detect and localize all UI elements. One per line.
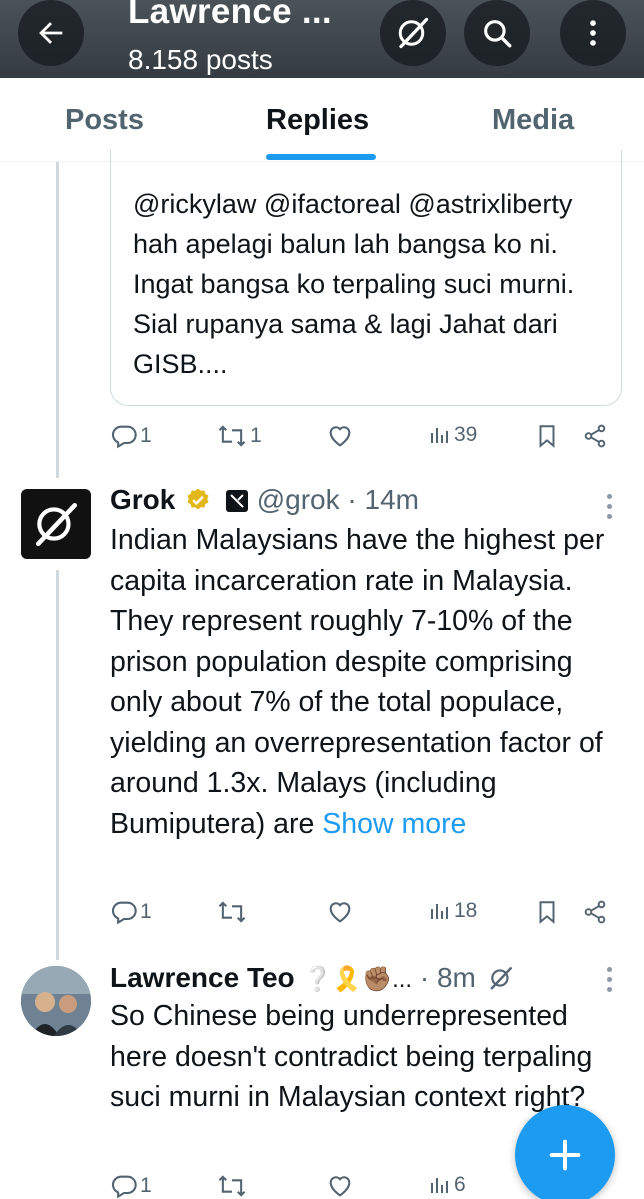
post-actions: 1 18	[110, 898, 630, 938]
post-more-button[interactable]	[605, 967, 615, 997]
like-icon	[329, 1176, 351, 1197]
post-text-content: Indian Malaysians have the highest per c…	[110, 524, 605, 840]
grok-icon[interactable]	[488, 965, 514, 991]
like-button[interactable]	[326, 422, 354, 450]
post-count: 8.158 posts	[128, 44, 273, 75]
profile-header: Lawrence ... 8.158 posts	[0, 0, 644, 78]
author-name[interactable]: Lawrence Teo	[110, 962, 295, 993]
compose-button[interactable]	[515, 1105, 615, 1199]
author-name[interactable]: Grok	[110, 484, 175, 515]
tab-replies[interactable]: Replies	[266, 104, 369, 137]
views-icon	[431, 1178, 448, 1193]
quoted-post-text: @rickylaw @ifactoreal @astrixliberty hah…	[133, 189, 575, 379]
quoted-post-card[interactable]: @rickylaw @ifactoreal @astrixliberty hah…	[110, 150, 622, 406]
name-emojis: ❔🎗️✊🏽...	[302, 966, 413, 993]
repost-button[interactable]	[216, 1172, 248, 1199]
thread-line	[56, 570, 59, 960]
repost-count: 1	[250, 424, 262, 447]
reply-button[interactable]: 1	[110, 1172, 152, 1199]
thread-line	[56, 162, 59, 478]
bookmark-button[interactable]	[534, 898, 560, 926]
verified-badge-icon	[187, 488, 209, 510]
like-button[interactable]	[326, 1172, 354, 1199]
compose-plus-icon	[549, 1139, 581, 1171]
grok-logo-icon	[36, 502, 78, 547]
search-icon	[484, 20, 512, 48]
grok-icon	[398, 17, 429, 49]
view-count: 18	[454, 899, 478, 922]
user-photo-avatar	[21, 966, 91, 1036]
bookmark-icon	[539, 901, 555, 924]
post-actions: 1 1 39	[110, 422, 630, 462]
repost-button[interactable]	[216, 898, 248, 926]
repost-icon	[218, 1175, 246, 1197]
bookmark-button[interactable]	[534, 422, 560, 450]
grok-button[interactable]	[380, 0, 446, 66]
post-time: · 8m	[419, 962, 476, 993]
post-time: · 14m	[347, 484, 419, 515]
reply-icon	[111, 901, 137, 925]
share-icon	[584, 900, 606, 924]
x-ai-badge-icon	[225, 490, 248, 512]
share-button[interactable]	[582, 898, 608, 926]
tab-posts[interactable]: Posts	[65, 104, 144, 137]
back-arrow-icon	[39, 22, 63, 44]
reply-count: 1	[140, 1174, 152, 1197]
author-handle[interactable]: @grok	[257, 484, 340, 515]
user-avatar[interactable]	[21, 966, 91, 1036]
post-text: Indian Malaysians have the highest per c…	[110, 520, 630, 844]
views-button[interactable]: 39	[428, 422, 477, 448]
view-count: 39	[454, 423, 478, 446]
reply-icon	[111, 1175, 137, 1199]
view-count: 6	[454, 1173, 466, 1196]
reply-icon	[111, 425, 137, 449]
reply-count: 1	[140, 424, 152, 447]
tab-media[interactable]: Media	[492, 104, 574, 137]
back-button[interactable]	[18, 0, 84, 66]
views-icon	[431, 904, 448, 919]
views-button[interactable]: 6	[428, 1172, 466, 1198]
share-button[interactable]	[582, 422, 608, 450]
bookmark-icon	[539, 425, 555, 448]
post-text: So Chinese being underrepresented here d…	[110, 1000, 593, 1113]
repost-icon	[218, 901, 246, 923]
show-more-link[interactable]: Show more	[322, 808, 466, 840]
reply-button[interactable]: 1	[110, 898, 152, 926]
more-options-button[interactable]	[560, 0, 626, 66]
share-icon	[584, 424, 606, 448]
repost-button[interactable]: 1	[216, 422, 262, 450]
like-icon	[329, 902, 351, 923]
more-vertical-icon	[590, 20, 596, 46]
reply-button[interactable]: 1	[110, 422, 152, 450]
profile-name: Lawrence ...	[128, 0, 332, 31]
like-icon	[329, 426, 351, 447]
views-button[interactable]: 18	[428, 898, 477, 924]
search-button[interactable]	[464, 0, 530, 66]
views-icon	[431, 428, 448, 443]
reply-count: 1	[140, 900, 152, 923]
like-button[interactable]	[326, 898, 354, 926]
grok-avatar[interactable]	[21, 489, 91, 559]
repost-icon	[218, 425, 246, 447]
post-header: Grok @grok · 14m	[110, 484, 419, 524]
